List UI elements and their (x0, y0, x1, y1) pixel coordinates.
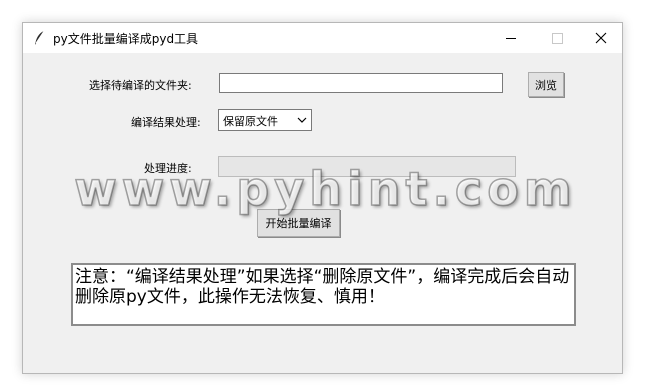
folder-label: 选择待编译的文件夹: (89, 79, 192, 92)
app-window: py文件批量编译成pyd工具 选择待编译的文件夹: 浏览 编译结果处理: 保留原… (22, 22, 623, 374)
progress-label: 处理进度: (144, 162, 192, 175)
minimize-icon (506, 37, 516, 39)
close-icon (595, 32, 607, 44)
chevron-down-icon (297, 117, 307, 123)
feather-icon (33, 30, 47, 46)
start-compile-button[interactable]: 开始批量编译 (257, 209, 340, 237)
browse-button[interactable]: 浏览 (528, 72, 564, 97)
maximize-button[interactable] (534, 23, 580, 53)
result-handling-value: 保留原文件 (223, 115, 278, 128)
maximize-icon (551, 32, 563, 44)
result-handling-label: 编译结果处理: (131, 116, 201, 129)
result-handling-select[interactable]: 保留原文件 (218, 109, 312, 131)
progress-bar (218, 156, 516, 177)
close-button[interactable] (578, 23, 624, 53)
minimize-button[interactable] (488, 23, 534, 53)
notice-textbox[interactable]: 注意：“编译结果处理”如果选择“删除原文件”，编译完成后会自动删除原py文件，此… (71, 263, 576, 326)
title-bar[interactable]: py文件批量编译成pyd工具 (23, 23, 622, 53)
window-title: py文件批量编译成pyd工具 (53, 32, 199, 46)
folder-path-input[interactable] (219, 73, 503, 93)
